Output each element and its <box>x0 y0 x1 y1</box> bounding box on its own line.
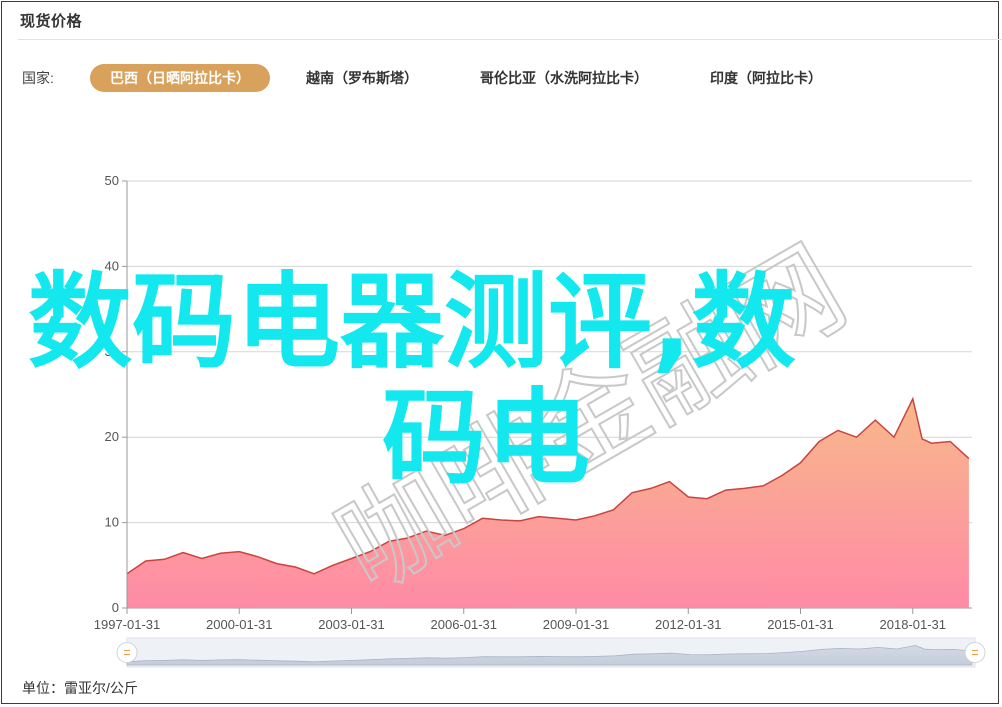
x-tick-label: 2018-01-31 <box>880 617 947 632</box>
x-tick-label: 2006-01-31 <box>431 617 498 632</box>
y-tick-label: 50 <box>105 173 119 188</box>
x-tick-label: 2009-01-31 <box>543 617 610 632</box>
unit-label: 单位：雷亚尔/公斤 <box>22 680 138 696</box>
y-tick-label: 10 <box>105 515 119 530</box>
overlay-line-1: 数码电器测评,数 <box>28 261 796 383</box>
zoom-handle-right[interactable] <box>964 642 986 663</box>
x-tick-label: 2003-01-31 <box>318 617 385 632</box>
y-tick-label: 20 <box>105 429 119 444</box>
y-tick-label: 0 <box>112 600 119 615</box>
price-chart: 010203040501997-01-31 2000-01-31 2003-01-3… <box>28 173 986 668</box>
x-tick-label: 2015-01-31 <box>767 617 834 632</box>
x-tick-label: 1997-01-31 <box>94 617 161 632</box>
x-tick-label: 2000-01-31 <box>206 617 273 632</box>
x-tick-label: 2012-01-31 <box>655 617 722 632</box>
zoom-handle-left[interactable] <box>116 642 138 663</box>
overlay-line-2: 码电 <box>382 377 590 499</box>
